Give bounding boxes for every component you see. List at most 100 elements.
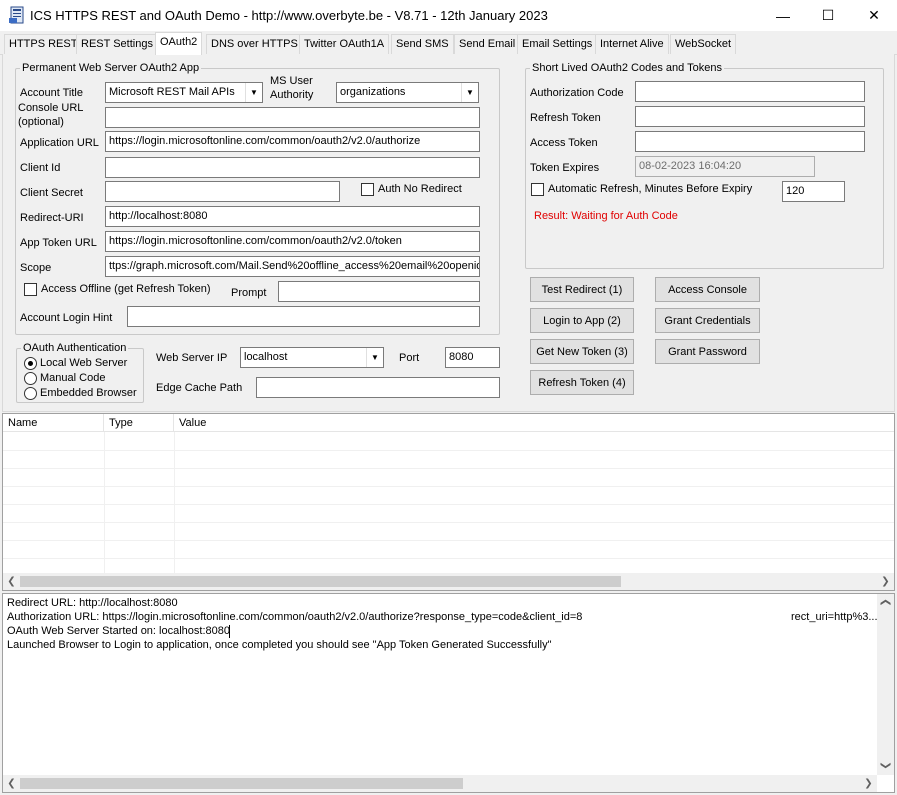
- scroll-left-icon[interactable]: ❮: [3, 776, 20, 791]
- results-grid[interactable]: Name Type Value ❮ ❯: [2, 413, 895, 591]
- client-secret-label: Client Secret: [20, 187, 83, 199]
- grid-header: Name Type Value: [3, 414, 894, 432]
- ms-user-authority-combo[interactable]: organizations ▼: [336, 82, 479, 103]
- prompt-input[interactable]: [278, 281, 480, 302]
- client-id-label: Client Id: [20, 162, 61, 174]
- account-title-combo[interactable]: Microsoft REST Mail APIs ▼: [105, 82, 263, 103]
- ms-user-authority-value: organizations: [340, 86, 406, 98]
- automatic-refresh-minutes-input[interactable]: 120: [782, 181, 845, 202]
- short-lived-group-label: Short Lived OAuth2 Codes and Tokens: [530, 62, 724, 74]
- tab-rest-settings[interactable]: REST Settings: [76, 34, 158, 54]
- log-line: Redirect URL: http://localhost:8080: [7, 597, 178, 609]
- tab-twitter-oauth1a[interactable]: Twitter OAuth1A: [299, 34, 390, 54]
- edge-cache-path-label: Edge Cache Path: [156, 382, 243, 394]
- web-server-ip-label: Web Server IP: [156, 352, 228, 364]
- tab-internet-alive[interactable]: Internet Alive: [595, 34, 669, 54]
- scroll-right-icon[interactable]: ❯: [860, 776, 877, 791]
- ms-user-authority-label-1: MS User: [270, 75, 313, 87]
- tab-email-settings[interactable]: Email Settings: [517, 34, 598, 54]
- port-label: Port: [399, 352, 420, 364]
- app-token-url-label: App Token URL: [20, 237, 97, 249]
- grid-row-line: [3, 504, 894, 505]
- scroll-down-icon[interactable]: ❯: [878, 757, 893, 774]
- access-token-input[interactable]: [635, 131, 865, 152]
- redirect-uri-input[interactable]: http://localhost:8080: [105, 206, 480, 227]
- tab-send-sms[interactable]: Send SMS: [391, 34, 454, 54]
- account-title-value: Microsoft REST Mail APIs: [109, 86, 235, 98]
- scroll-left-icon[interactable]: ❮: [3, 574, 20, 589]
- log-line-tail: rect_uri=http%3...: [791, 611, 878, 623]
- chevron-down-icon[interactable]: ▼: [245, 83, 262, 102]
- edge-cache-path-input[interactable]: [256, 377, 500, 398]
- grid-scroll-thumb[interactable]: [20, 576, 621, 587]
- column-header-type[interactable]: Type: [104, 414, 174, 432]
- tab-send-email[interactable]: Send Email: [454, 34, 521, 54]
- authorization-code-input[interactable]: [635, 81, 865, 102]
- grid-horizontal-scrollbar[interactable]: ❮ ❯: [3, 573, 894, 590]
- window-title: ICS HTTPS REST and OAuth Demo - http://w…: [30, 8, 548, 23]
- client-secret-input[interactable]: [105, 181, 340, 202]
- console-url-label-2: (optional): [18, 116, 64, 128]
- scope-input[interactable]: ttps://graph.microsoft.com/Mail.Send%20o…: [105, 256, 480, 277]
- ms-user-authority-label-2: Authority: [270, 89, 314, 101]
- token-expires-field: 08-02-2023 16:04:20: [635, 156, 815, 177]
- app-token-url-input[interactable]: https://login.microsoftonline.com/common…: [105, 231, 480, 252]
- log-memo[interactable]: Redirect URL: http://localhost:8080 Auth…: [2, 593, 895, 793]
- scroll-up-icon[interactable]: ❮: [878, 594, 893, 611]
- refresh-token-input[interactable]: [635, 106, 865, 127]
- web-server-ip-combo[interactable]: localhost ▼: [240, 347, 384, 368]
- login-to-app-button[interactable]: Login to App (2): [530, 308, 634, 333]
- manual-code-radio[interactable]: [24, 372, 37, 385]
- auth-no-redirect-checkbox[interactable]: [361, 183, 374, 196]
- application-url-input[interactable]: https://login.microsoftonline.com/common…: [105, 131, 480, 152]
- maximize-button[interactable]: ☐: [805, 0, 851, 31]
- text-cursor: [229, 625, 230, 638]
- tab-https-rest[interactable]: HTTPS REST: [4, 34, 83, 54]
- chevron-down-icon[interactable]: ▼: [461, 83, 478, 102]
- refresh-token-button[interactable]: Refresh Token (4): [530, 370, 634, 395]
- application-url-label: Application URL: [20, 137, 99, 149]
- log-line: OAuth Web Server Started on: localhost:8…: [7, 625, 230, 637]
- title-bar: ICS HTTPS REST and OAuth Demo - http://w…: [0, 0, 897, 31]
- log-horizontal-scrollbar[interactable]: ❮ ❯: [3, 775, 877, 792]
- local-web-server-radio[interactable]: [24, 357, 37, 370]
- grant-password-button[interactable]: Grant Password: [655, 339, 760, 364]
- permanent-app-group-label: Permanent Web Server OAuth2 App: [20, 62, 202, 74]
- client-id-input[interactable]: [105, 157, 480, 178]
- auth-no-redirect-label: Auth No Redirect: [378, 183, 462, 195]
- grid-row-line: [3, 486, 894, 487]
- port-input[interactable]: 8080: [445, 347, 500, 368]
- local-web-server-label: Local Web Server: [40, 357, 128, 369]
- web-server-ip-value: localhost: [244, 351, 288, 363]
- access-console-button[interactable]: Access Console: [655, 277, 760, 302]
- chevron-down-icon[interactable]: ▼: [366, 348, 383, 367]
- close-button[interactable]: ✕: [851, 0, 897, 31]
- access-offline-label: Access Offline (get Refresh Token): [41, 283, 211, 295]
- test-redirect-button[interactable]: Test Redirect (1): [530, 277, 634, 302]
- scroll-right-icon[interactable]: ❯: [877, 574, 894, 589]
- access-offline-checkbox[interactable]: [24, 283, 37, 296]
- log-scroll-thumb[interactable]: [20, 778, 463, 789]
- grid-row-line: [3, 540, 894, 541]
- get-new-token-button[interactable]: Get New Token (3): [530, 339, 634, 364]
- token-expires-label: Token Expires: [530, 162, 600, 174]
- column-header-value[interactable]: Value: [174, 414, 894, 432]
- tab-oauth2[interactable]: OAuth2: [155, 32, 203, 55]
- result-status: Result: Waiting for Auth Code: [534, 210, 678, 222]
- console-url-input[interactable]: [105, 107, 480, 128]
- automatic-refresh-checkbox[interactable]: [531, 183, 544, 196]
- column-header-name[interactable]: Name: [3, 414, 104, 432]
- authorization-code-label: Authorization Code: [530, 87, 624, 99]
- embedded-browser-radio[interactable]: [24, 387, 37, 400]
- tab-websocket[interactable]: WebSocket: [670, 34, 737, 54]
- log-line: Authorization URL: https://login.microso…: [7, 611, 583, 623]
- grid-row-line: [3, 558, 894, 559]
- minimize-button[interactable]: —: [760, 0, 806, 31]
- column-divider: [104, 432, 105, 574]
- account-login-hint-input[interactable]: [127, 306, 480, 327]
- access-token-label: Access Token: [530, 137, 598, 149]
- log-vertical-scrollbar[interactable]: ❮ ❯: [877, 594, 894, 775]
- console-url-label-1: Console URL: [18, 102, 84, 114]
- tab-dns-over-https[interactable]: DNS over HTTPS: [206, 34, 303, 54]
- grant-credentials-button[interactable]: Grant Credentials: [655, 308, 760, 333]
